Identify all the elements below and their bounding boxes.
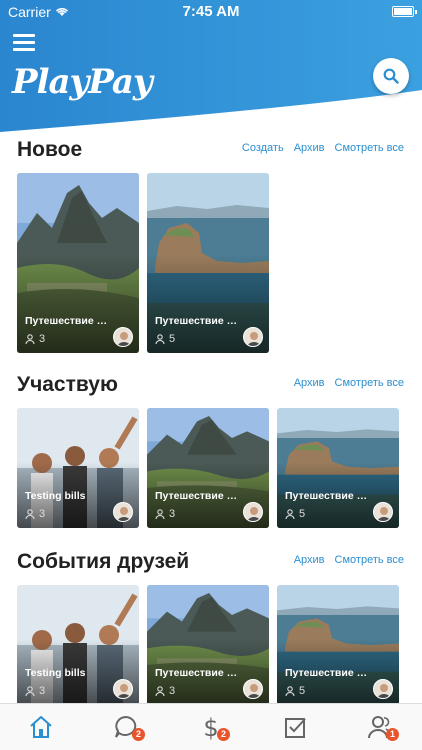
event-card[interactable]: Путешествие на Ба... 5 — [277, 408, 399, 528]
event-title: Путешествие в Перу — [155, 667, 239, 679]
avatar — [243, 327, 263, 347]
event-title: Путешествие в Перу — [25, 315, 109, 327]
participants-count: 3 — [155, 508, 175, 520]
event-title: Путешествие на Ба... — [285, 490, 369, 502]
event-title: Путешествие на Ба... — [285, 667, 369, 679]
event-card[interactable]: Путешествие на Ба... 5 — [147, 173, 269, 353]
tab-chat[interactable]: 2 — [111, 714, 145, 742]
section-link[interactable]: Архив — [294, 377, 325, 389]
section-link[interactable]: Создать — [242, 142, 284, 154]
participants-count: 5 — [285, 508, 305, 520]
battery-icon — [392, 6, 417, 17]
event-card[interactable]: Testing bills 3 — [17, 408, 139, 528]
home-icon — [30, 716, 52, 738]
count-value: 3 — [39, 685, 46, 697]
participants-icon — [25, 509, 35, 519]
participants-icon — [285, 686, 295, 696]
event-title: Testing bills — [25, 490, 86, 502]
section-link[interactable]: Смотреть все — [335, 142, 404, 154]
section-title: События друзей — [17, 550, 190, 573]
tab-friends[interactable]: 1 — [365, 714, 399, 742]
count-value: 5 — [299, 685, 306, 697]
participants-count: 5 — [155, 333, 175, 345]
participants-icon — [155, 509, 165, 519]
chat-badge: 2 — [132, 728, 145, 741]
tab-payments[interactable]: $ 2 — [196, 714, 230, 742]
count-value: 3 — [39, 508, 46, 520]
participants-icon — [155, 334, 165, 344]
bottom-tab-bar: 2 $ 2 1 — [0, 703, 422, 750]
tab-tasks[interactable] — [281, 714, 311, 742]
count-value: 3 — [169, 508, 176, 520]
app-logo: PlayPay — [12, 62, 153, 102]
participants-icon — [155, 686, 165, 696]
participants-icon — [285, 509, 295, 519]
event-title: Путешествие в Перу — [155, 490, 239, 502]
section-link[interactable]: Архив — [294, 142, 325, 154]
count-value: 3 — [169, 685, 176, 697]
avatar — [373, 502, 393, 522]
avatar — [373, 679, 393, 699]
participants-count: 3 — [25, 685, 45, 697]
count-value: 5 — [169, 333, 176, 345]
friends-badge: 1 — [386, 728, 399, 741]
section-title: Новое — [17, 138, 83, 161]
participants-count: 3 — [25, 508, 45, 520]
tab-home[interactable] — [26, 714, 56, 742]
section-title: Участвую — [17, 373, 118, 396]
section-link[interactable]: Архив — [294, 554, 325, 566]
count-value: 5 — [299, 508, 306, 520]
checkbox-icon — [285, 718, 306, 738]
section-link[interactable]: Смотреть все — [335, 554, 404, 566]
app-header: Carrier 7:45 AM PlayPay — [0, 0, 422, 140]
section-links: Создать Архив Смотреть все — [242, 142, 404, 154]
search-button[interactable] — [373, 58, 409, 94]
event-card[interactable]: Путешествие в Перу 3 — [147, 585, 269, 705]
section-link[interactable]: Смотреть все — [335, 377, 404, 389]
count-value: 3 — [39, 333, 46, 345]
avatar — [113, 327, 133, 347]
status-time: 7:45 AM — [182, 3, 240, 20]
hamburger-menu-icon[interactable] — [13, 34, 35, 52]
participants-icon — [25, 686, 35, 696]
participants-count: 5 — [285, 685, 305, 697]
section-links: Архив Смотреть все — [294, 554, 404, 566]
avatar — [113, 679, 133, 699]
event-title: Testing bills — [25, 667, 86, 679]
avatar — [243, 502, 263, 522]
status-bar: Carrier 7:45 AM — [0, 0, 422, 22]
participants-count: 3 — [25, 333, 45, 345]
avatar — [243, 679, 263, 699]
event-card[interactable]: Путешествие на Ба... 5 — [277, 585, 399, 705]
event-card[interactable]: Путешествие в Перу 3 — [17, 173, 139, 353]
event-title: Путешествие на Ба... — [155, 315, 239, 327]
avatar — [113, 502, 133, 522]
event-card[interactable]: Testing bills 3 — [17, 585, 139, 705]
participants-count: 3 — [155, 685, 175, 697]
search-icon — [383, 68, 399, 84]
section-links: Архив Смотреть все — [294, 377, 404, 389]
event-card[interactable]: Путешествие в Перу 3 — [147, 408, 269, 528]
payments-badge: 2 — [217, 728, 230, 741]
participants-icon — [25, 334, 35, 344]
